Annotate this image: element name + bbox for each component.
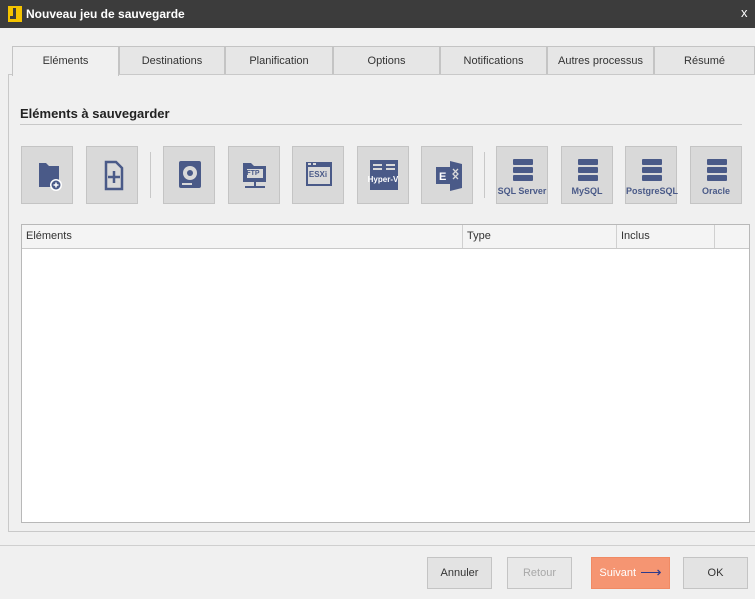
add-disk-button[interactable]	[163, 146, 215, 204]
tab-notifications[interactable]: Notifications	[440, 46, 547, 75]
database-icon	[578, 159, 598, 181]
arrow-right-icon: ⟶	[640, 564, 662, 581]
folder-add-icon	[39, 163, 62, 191]
add-folder-button[interactable]	[21, 146, 73, 204]
database-icon	[642, 159, 662, 181]
next-button-label: Suivant	[599, 567, 637, 579]
close-icon[interactable]: x	[741, 4, 755, 22]
column-header-inclus[interactable]: Inclus	[617, 225, 715, 248]
title-bar: Nouveau jeu de sauvegarde x	[0, 0, 755, 28]
column-header-elements[interactable]: Eléments	[22, 225, 463, 248]
toolbar-separator	[484, 152, 485, 198]
tab-bar: Eléments Destinations Planification Opti…	[12, 46, 755, 76]
add-mysql-button[interactable]: MySQL	[561, 146, 613, 204]
elements-table[interactable]: Eléments Type Inclus	[21, 224, 750, 523]
ftp-label: FTP	[246, 170, 260, 177]
ok-button[interactable]: OK	[683, 557, 748, 589]
tab-elements[interactable]: Eléments	[12, 46, 119, 76]
tab-options[interactable]: Options	[333, 46, 440, 75]
tab-destinations[interactable]: Destinations	[119, 46, 225, 75]
cancel-button[interactable]: Annuler	[427, 557, 492, 589]
table-header: Eléments Type Inclus	[22, 225, 749, 249]
window-title: Nouveau jeu de sauvegarde	[26, 7, 185, 21]
add-postgresql-button[interactable]: PostgreSQL	[625, 146, 679, 204]
file-add-icon	[104, 160, 124, 191]
add-oracle-button[interactable]: Oracle	[690, 146, 742, 204]
sql-server-label: SQL Server	[497, 186, 547, 196]
add-esxi-button[interactable]: ESXi	[292, 146, 344, 204]
app-logo-icon	[8, 6, 22, 22]
add-ftp-button[interactable]: FTP	[228, 146, 280, 204]
oracle-label: Oracle	[701, 186, 731, 196]
esxi-label: ESXi	[308, 170, 328, 179]
tab-autres-processus[interactable]: Autres processus	[547, 46, 654, 75]
database-icon	[513, 159, 533, 181]
next-button[interactable]: Suivant ⟶	[591, 557, 670, 589]
tab-planification[interactable]: Planification	[225, 46, 333, 75]
exchange-icon: E	[436, 161, 462, 191]
footer-divider	[0, 545, 755, 546]
database-icon	[707, 159, 727, 181]
back-button[interactable]: Retour	[507, 557, 572, 589]
postgresql-label: PostgreSQL	[626, 186, 679, 196]
disk-drive-icon	[179, 161, 201, 188]
toolbar-separator	[150, 152, 151, 198]
section-title: Eléments à sauvegarder	[20, 106, 170, 121]
hyper-v-label: Hyper-V	[367, 175, 399, 184]
add-hyper-v-button[interactable]: Hyper-V	[357, 146, 409, 204]
column-header-extra	[715, 225, 749, 248]
section-divider	[20, 124, 742, 125]
add-exchange-button[interactable]: E	[421, 146, 473, 204]
column-header-type[interactable]: Type	[463, 225, 617, 248]
tab-resume[interactable]: Résumé	[654, 46, 755, 75]
add-file-button[interactable]	[86, 146, 138, 204]
mysql-label: MySQL	[571, 186, 603, 196]
add-sql-server-button[interactable]: SQL Server	[496, 146, 548, 204]
svg-text:E: E	[439, 171, 446, 183]
